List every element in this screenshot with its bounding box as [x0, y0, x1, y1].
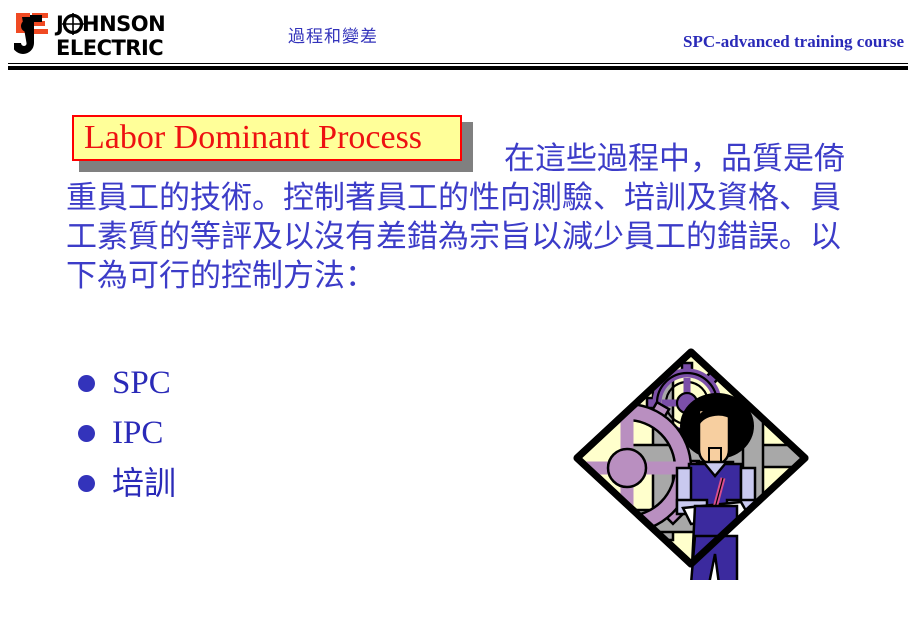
list-item: IPC [78, 408, 458, 458]
svg-text:ELECTRIC: ELECTRIC [56, 36, 163, 60]
bullet-dot-icon [78, 474, 95, 492]
bullet-dot-icon [78, 424, 95, 442]
list-item: SPC [78, 358, 458, 408]
body-paragraph: 在這些過程中，品質是倚重員工的技術。控制著員工的性向測驗、培訓及資格、員工素質的… [66, 141, 845, 294]
bullet-dot-icon [78, 374, 95, 392]
header-subject-title: 過程和變差 [288, 27, 378, 47]
bullet-label: SPC [112, 365, 171, 401]
presentation-slide: J HNSON ELECTRIC 過程和變差 SPC-advanced trai… [0, 0, 920, 637]
johnson-electric-logo: J HNSON ELECTRIC [14, 10, 194, 62]
header-divider-thin [8, 63, 908, 64]
svg-text:J: J [54, 12, 63, 36]
bullet-list: SPC IPC 培訓 [78, 358, 458, 508]
header-course-title: SPC-advanced training course [683, 32, 904, 51]
worker-with-clipboard-and-gears-illustration [565, 340, 817, 580]
bullet-label: IPC [112, 415, 164, 451]
bullet-label: 培訓 [112, 464, 177, 502]
svg-text:HNSON: HNSON [82, 12, 165, 36]
header-divider-thick [8, 66, 908, 70]
list-item: 培訓 [78, 458, 458, 508]
slide-header: J HNSON ELECTRIC 過程和變差 SPC-advanced trai… [0, 0, 920, 78]
